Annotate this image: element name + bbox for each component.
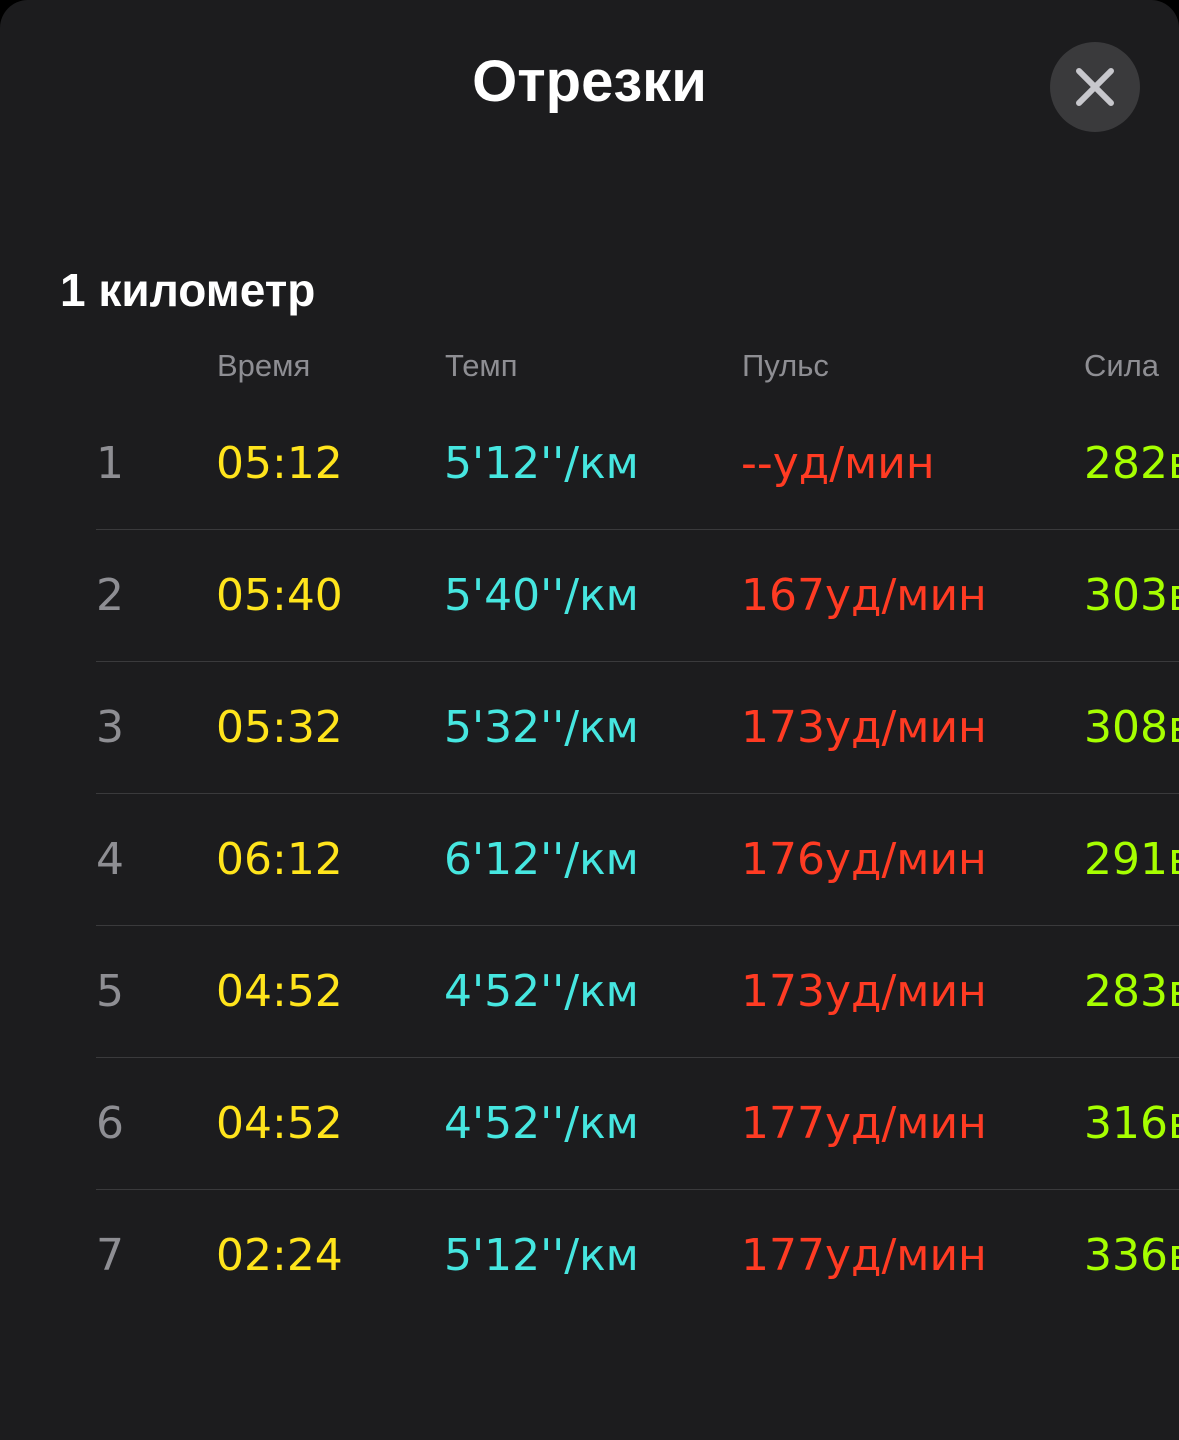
split-pace: 4'52''/км [444, 1098, 639, 1149]
split-number: 4 [96, 834, 124, 885]
close-icon [1076, 68, 1114, 106]
split-heart-rate: 167уд/мин [741, 570, 987, 621]
split-heart-rate: 177уд/мин [741, 1098, 987, 1149]
splits-sheet: Отрезки 1 километр Время Темп Пульс Сила… [0, 0, 1179, 1440]
split-time: 06:12 [216, 834, 343, 885]
split-time: 05:12 [216, 438, 343, 489]
split-row: 3 05:32 5'32''/км 173уд/мин 308в [96, 662, 1179, 794]
split-number: 7 [96, 1230, 124, 1281]
split-power: 303в [1084, 570, 1179, 621]
split-row: 4 06:12 6'12''/км 176уд/мин 291в [96, 794, 1179, 926]
split-row: 6 04:52 4'52''/км 177уд/мин 316в [96, 1058, 1179, 1190]
split-time: 04:52 [216, 966, 343, 1017]
splits-list: 1 05:12 5'12''/км --уд/мин 282в 2 05:40 … [0, 398, 1179, 1321]
split-heart-rate: 176уд/мин [741, 834, 987, 885]
split-number: 1 [96, 438, 124, 489]
split-row: 1 05:12 5'12''/км --уд/мин 282в [96, 398, 1179, 530]
section-title: 1 километр [60, 264, 316, 316]
split-heart-rate: 177уд/мин [741, 1230, 987, 1281]
split-pace: 5'12''/км [444, 1230, 639, 1281]
split-time: 05:32 [216, 702, 343, 753]
split-power: 316в [1084, 1098, 1179, 1149]
split-power: 308в [1084, 702, 1179, 753]
split-power: 283в [1084, 966, 1179, 1017]
split-row: 7 02:24 5'12''/км 177уд/мин 336в [96, 1190, 1179, 1321]
column-header-time: Время [217, 348, 311, 383]
split-row: 5 04:52 4'52''/км 173уд/мин 283в [96, 926, 1179, 1058]
page-title: Отрезки [472, 49, 707, 114]
close-button[interactable] [1050, 42, 1140, 132]
split-pace: 5'40''/км [444, 570, 639, 621]
split-row: 2 05:40 5'40''/км 167уд/мин 303в [96, 530, 1179, 662]
split-number: 2 [96, 570, 124, 621]
split-number: 5 [96, 966, 124, 1017]
split-heart-rate: 173уд/мин [741, 966, 987, 1017]
split-pace: 6'12''/км [444, 834, 639, 885]
split-power: 336в [1084, 1230, 1179, 1281]
column-header-power: Сила [1084, 348, 1160, 383]
column-header-heart-rate: Пульс [742, 348, 829, 383]
split-number: 6 [96, 1098, 124, 1149]
split-power: 282в [1084, 438, 1179, 489]
split-pace: 4'52''/км [444, 966, 639, 1017]
split-time: 02:24 [216, 1230, 343, 1281]
split-pace: 5'12''/км [444, 438, 639, 489]
split-pace: 5'32''/км [444, 702, 639, 753]
split-heart-rate: 173уд/мин [741, 702, 987, 753]
column-header-pace: Темп [445, 348, 518, 383]
split-time: 05:40 [216, 570, 343, 621]
split-time: 04:52 [216, 1098, 343, 1149]
split-heart-rate: --уд/мин [741, 438, 935, 489]
split-power: 291в [1084, 834, 1179, 885]
split-number: 3 [96, 702, 124, 753]
